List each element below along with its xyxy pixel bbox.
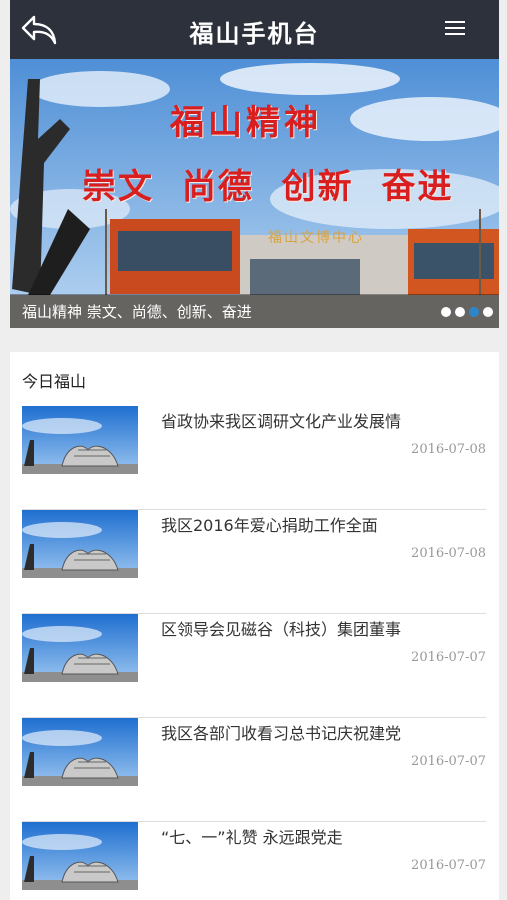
news-thumbnail	[22, 510, 138, 578]
carousel-indicators	[441, 307, 493, 317]
news-item[interactable]: 省政协来我区调研文化产业发展情 2016-07-08	[22, 406, 486, 510]
news-item[interactable]: 我区各部门收看习总书记庆祝建党 2016-07-07	[22, 718, 486, 822]
news-thumbnail	[22, 614, 138, 682]
news-title[interactable]: 区领导会见磁谷（科技）集团董事	[161, 616, 401, 640]
app-title: 福山手机台	[189, 19, 320, 48]
section-title: 今日福山	[22, 372, 87, 391]
news-title[interactable]: 省政协来我区调研文化产业发展情	[161, 408, 401, 432]
hamburger-menu-icon[interactable]	[445, 20, 465, 36]
news-item[interactable]: 区领导会见磁谷（科技）集团董事 2016-07-07	[22, 614, 486, 718]
news-date: 2016-07-07	[411, 754, 486, 769]
top-header-bar: 福山手机台	[10, 0, 499, 59]
news-thumbnail	[22, 718, 138, 786]
banner-caption-bar: 福山精神 崇文、尚德、创新、奋进	[10, 294, 499, 328]
news-item[interactable]: 我区2016年爱心捐助工作全面 2016-07-08	[22, 510, 486, 614]
news-title[interactable]: 我区各部门收看习总书记庆祝建党	[161, 720, 401, 744]
news-title[interactable]: “七、一”礼赞 永远跟党走	[161, 824, 343, 848]
news-thumbnail	[22, 822, 138, 890]
carousel-dot-2[interactable]	[455, 307, 465, 317]
carousel-dot-1[interactable]	[441, 307, 451, 317]
banner-slogan-line2: 崇文 尚德 创新 奋进	[82, 167, 454, 207]
carousel-dot-4[interactable]	[483, 307, 493, 317]
banner-carousel[interactable]: 福山精神 崇文 尚德 创新 奋进 福山文博中心 福山精神 崇文、尚德、创新、奋进	[10, 59, 499, 328]
news-date: 2016-07-07	[411, 650, 486, 665]
news-thumbnail	[22, 406, 138, 474]
building-sign-text: 福山文博中心	[268, 230, 364, 246]
news-date: 2016-07-08	[411, 546, 486, 561]
news-date: 2016-07-07	[411, 858, 486, 873]
carousel-dot-3[interactable]	[469, 307, 479, 317]
banner-caption: 福山精神 崇文、尚德、创新、奋进	[22, 303, 252, 321]
news-item[interactable]: “七、一”礼赞 永远跟党走 2016-07-07	[22, 822, 486, 900]
news-title[interactable]: 我区2016年爱心捐助工作全面	[161, 512, 378, 536]
news-date: 2016-07-08	[411, 442, 486, 457]
banner-slogan-line1: 福山精神	[170, 103, 322, 143]
news-panel: 今日福山 省政协来我区调研文化产业发展情 2016-07-08 我区2016年爱…	[10, 352, 499, 900]
